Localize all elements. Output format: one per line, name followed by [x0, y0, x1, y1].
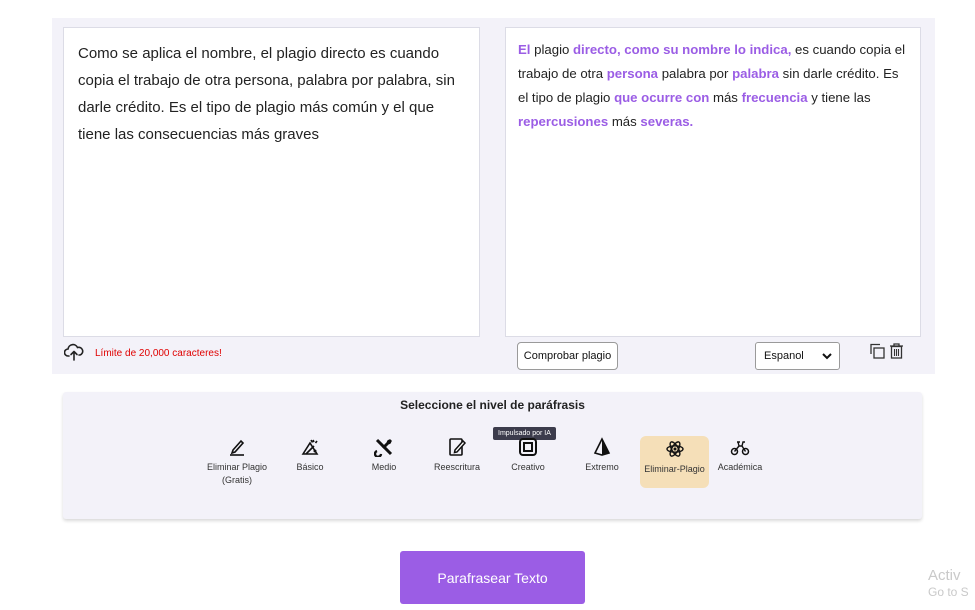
pyramid-icon — [593, 437, 611, 456]
mode-eliminar-plagio[interactable]: Eliminar-Plagio — [640, 436, 709, 488]
output-segment: más — [608, 114, 641, 129]
mode-label: Extremo — [585, 462, 619, 472]
highlighted-word: repercusiones — [518, 114, 609, 129]
mode-basico[interactable]: Básico — [285, 437, 335, 487]
output-textarea[interactable]: El plagio directo, como su nombre lo ind… — [505, 27, 921, 337]
edit-page-icon — [449, 438, 467, 456]
atom-icon — [665, 441, 684, 457]
output-segment: plagio — [530, 42, 573, 57]
mode-label: Eliminar Plagio (Gratis) — [206, 462, 268, 485]
output-segment: más — [709, 90, 742, 105]
highlighted-word: que ocurre con — [614, 90, 710, 105]
trash-icon[interactable] — [889, 343, 904, 359]
mode-reescritura[interactable]: Reescritura — [427, 437, 487, 487]
watermark-line2: Go to S — [928, 585, 969, 599]
output-text: El plagio directo, como su nombre lo ind… — [518, 38, 908, 134]
output-segment: palabra por — [658, 66, 733, 81]
highlighted-word: persona — [606, 66, 659, 81]
mode-label: Creativo — [511, 462, 545, 472]
input-text: Como se aplica el nombre, el plagio dire… — [78, 45, 455, 143]
magic-tools-icon — [301, 439, 319, 455]
pen-icon — [230, 439, 245, 456]
language-select[interactable]: Espanol — [755, 342, 840, 370]
mode-label: Medio — [371, 462, 397, 472]
language-select-value: Espanol — [764, 350, 804, 362]
character-limit-text: Límite de 20,000 caracteres! — [95, 348, 222, 359]
mode-medio[interactable]: Medio — [359, 437, 409, 487]
mode-extremo[interactable]: Extremo — [577, 437, 627, 487]
check-plagiarism-button[interactable]: Comprobar plagio — [517, 342, 618, 370]
output-segment: y tiene las — [807, 90, 871, 105]
chevron-down-icon — [822, 353, 832, 360]
input-textarea[interactable]: Como se aplica el nombre, el plagio dire… — [63, 27, 480, 337]
mode-label: Básico — [296, 462, 324, 472]
mode-academica[interactable]: Académica — [715, 437, 765, 487]
scooter-icon — [730, 441, 750, 456]
frame-icon — [519, 438, 537, 456]
activation-watermark: Activ Go to S — [928, 567, 969, 600]
upload-cloud-icon[interactable] — [64, 343, 84, 361]
mode-label: Académica — [717, 462, 763, 472]
cross-tools-icon — [374, 438, 393, 457]
paraphrase-level-card: Seleccione el nivel de paráfrasis Impuls… — [63, 392, 922, 519]
copy-icon[interactable] — [869, 343, 885, 359]
mode-creativo[interactable]: Creativo — [503, 437, 553, 487]
highlighted-word: palabra — [732, 66, 779, 81]
highlighted-word: El — [518, 42, 531, 57]
mode-label: Eliminar-Plagio — [644, 464, 705, 474]
highlighted-word: directo, como su nombre lo indica, — [573, 42, 792, 57]
highlighted-word: severas. — [640, 114, 694, 129]
paraphrase-button[interactable]: Parafrasear Texto — [400, 551, 585, 604]
highlighted-word: frecuencia — [741, 90, 808, 105]
mode-label: Reescritura — [433, 462, 480, 472]
watermark-line1: Activ — [928, 567, 961, 584]
level-title: Seleccione el nivel de paráfrasis — [400, 398, 585, 412]
mode-eliminar-plagio-gratis[interactable]: Eliminar Plagio (Gratis) — [197, 437, 277, 487]
